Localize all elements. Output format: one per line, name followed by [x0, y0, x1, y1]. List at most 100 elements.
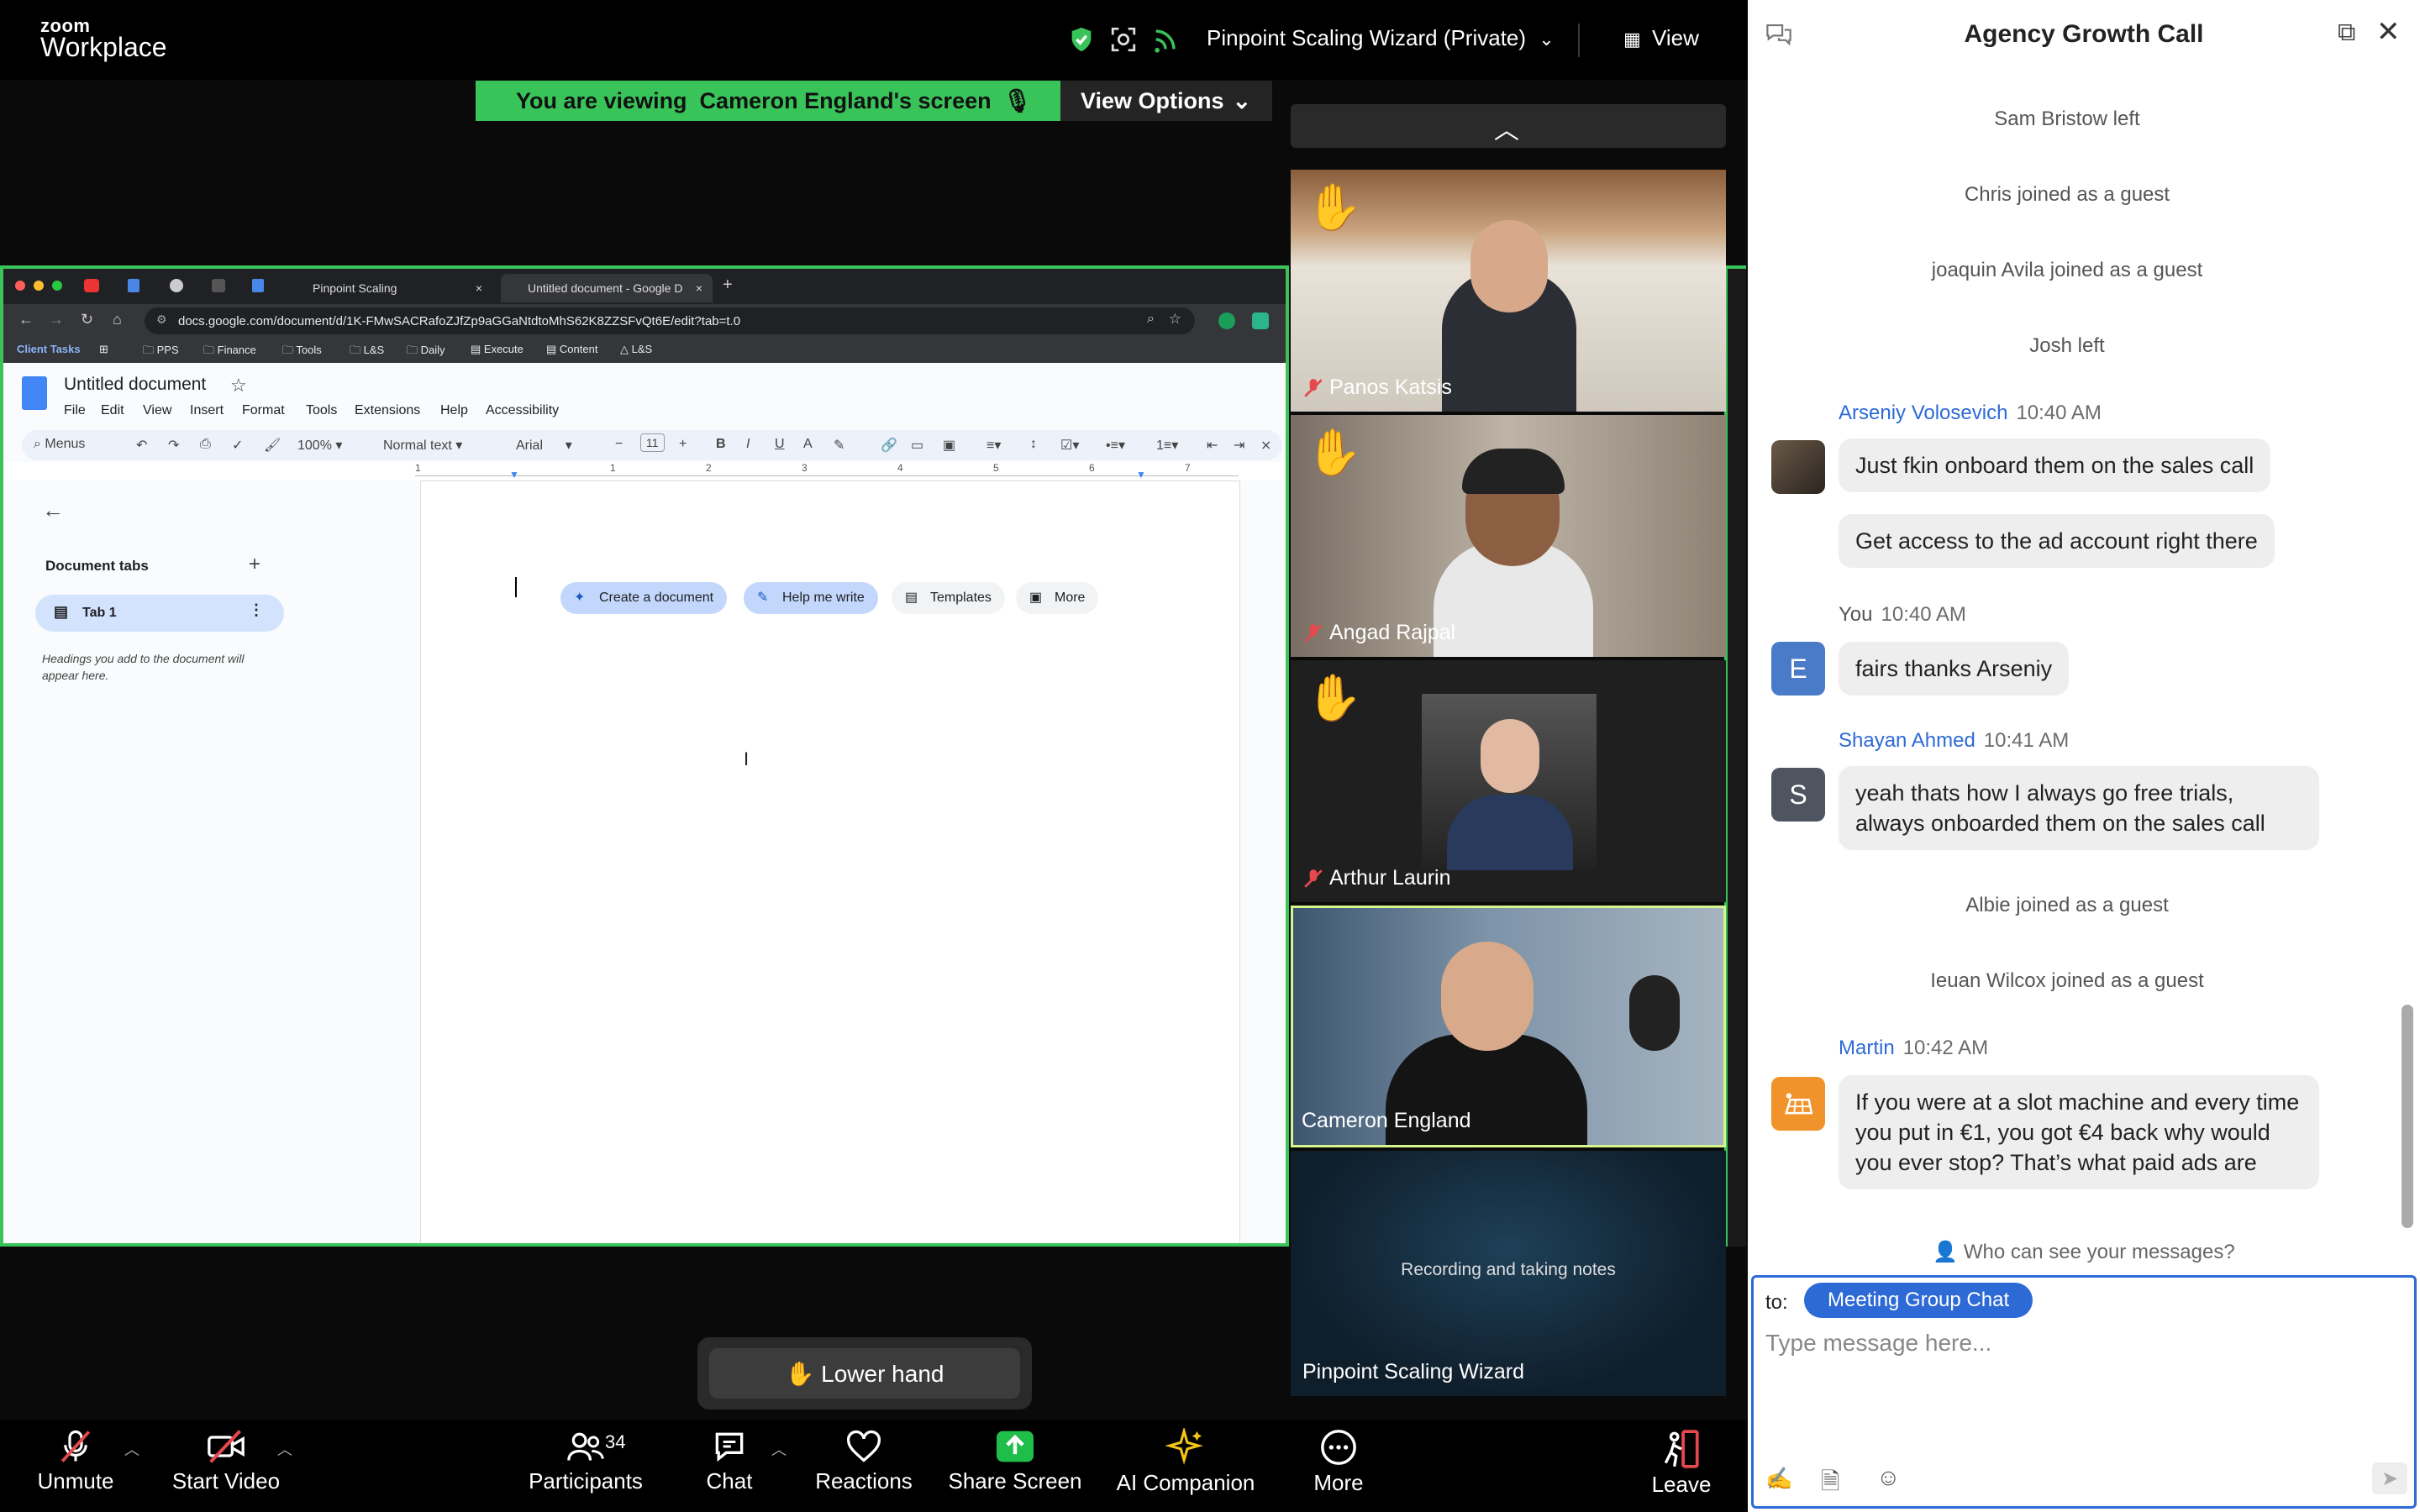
- audio-options-caret-icon[interactable]: ︿: [124, 1438, 139, 1460]
- avatar[interactable]: [1771, 1077, 1825, 1131]
- avatar[interactable]: E: [1771, 642, 1825, 696]
- message-bubble[interactable]: yeah thats how I always go free trials, …: [1839, 766, 2319, 850]
- lower-hand-button[interactable]: ✋ Lower hand: [709, 1348, 1020, 1399]
- undo-icon[interactable]: ↶: [136, 437, 147, 454]
- docs-tab-icon[interactable]: [252, 279, 264, 292]
- docs-tab-icon[interactable]: [128, 279, 139, 292]
- style-select[interactable]: Normal text ▾: [383, 437, 462, 454]
- menu-extensions[interactable]: Extensions: [355, 403, 420, 418]
- zoom-select[interactable]: 100% ▾: [297, 437, 342, 454]
- message-bubble[interactable]: Just fkin onboard them on the sales call: [1839, 438, 2271, 492]
- forward-icon[interactable]: →: [49, 311, 64, 328]
- extension-icon[interactable]: [1252, 312, 1269, 329]
- bookmark-folder[interactable]: 🗀 L&S: [350, 343, 384, 361]
- avatar[interactable]: [1771, 440, 1825, 494]
- url-field[interactable]: ⚙ docs.google.com/document/d/1K-FMwSACRa…: [145, 307, 1195, 334]
- message-bubble[interactable]: fairs thanks Arseniy: [1839, 642, 2070, 696]
- leave-button[interactable]: Leave: [1644, 1420, 1719, 1498]
- left-indent-marker[interactable]: ▼: [509, 469, 519, 480]
- menu-edit[interactable]: Edit: [101, 403, 124, 418]
- tab-more-icon[interactable]: ⋮: [249, 601, 264, 619]
- document-page[interactable]: ✦ Create a document ✎ Help me write ▤ Te…: [420, 480, 1240, 1243]
- chip-more[interactable]: ▣ More: [1016, 582, 1099, 614]
- chip-create-document[interactable]: ✦ Create a document: [560, 582, 728, 614]
- video-tile-cameron[interactable]: Cameron England: [1291, 906, 1726, 1147]
- star-icon[interactable]: ☆: [1169, 311, 1181, 328]
- sender-name[interactable]: Arseniy Volosevich: [1839, 402, 2007, 424]
- menu-accessibility[interactable]: Accessibility: [486, 403, 559, 418]
- menu-insert[interactable]: Insert: [190, 403, 224, 418]
- pop-out-icon[interactable]: ⧉: [2338, 18, 2355, 47]
- message-bubble[interactable]: If you were at a slot machine and every …: [1839, 1075, 2319, 1189]
- sender-name[interactable]: Shayan Ahmed: [1839, 729, 1975, 752]
- menu-file[interactable]: File: [64, 403, 86, 418]
- start-video-button[interactable]: Start Video: [171, 1420, 281, 1494]
- window-close-dot[interactable]: [15, 281, 25, 291]
- video-tile-panos[interactable]: ✋ Panos Katsis: [1291, 170, 1726, 412]
- bookmark-doc[interactable]: ▤ Execute: [471, 343, 523, 356]
- more-button[interactable]: More: [1306, 1420, 1371, 1496]
- menu-view[interactable]: View: [143, 403, 171, 418]
- spellcheck-icon[interactable]: ✓: [232, 437, 243, 454]
- numbered-list-icon[interactable]: 1≡▾: [1156, 437, 1178, 454]
- unmute-button[interactable]: Unmute: [34, 1420, 118, 1494]
- align-icon[interactable]: ≡▾: [986, 437, 1001, 454]
- chat-scrollbar[interactable]: [2402, 1005, 2413, 1228]
- right-indent-marker[interactable]: ▼: [1136, 469, 1146, 480]
- collapse-videos-button[interactable]: ︿: [1291, 104, 1726, 148]
- browser-tab-untitled[interactable]: Untitled document - Google D ×: [501, 274, 713, 302]
- video-tile-recorder[interactable]: Recording and taking notes Pinpoint Scal…: [1291, 1151, 1726, 1396]
- menu-tools[interactable]: Tools: [306, 403, 337, 418]
- gmail-tab-icon[interactable]: [212, 279, 225, 292]
- view-button[interactable]: ▦ View: [1623, 25, 1699, 51]
- github-tab-icon[interactable]: [170, 279, 183, 292]
- font-select[interactable]: Arial ▾: [516, 437, 572, 454]
- document-tab-1[interactable]: ▤ Tab 1 ⋮: [35, 595, 284, 632]
- line-spacing-icon[interactable]: ↕: [1030, 437, 1037, 452]
- home-icon[interactable]: ⌂: [113, 311, 122, 328]
- zoom-icon[interactable]: ⌕: [1147, 312, 1155, 327]
- reactions-button[interactable]: Reactions: [812, 1420, 916, 1494]
- connection-icon[interactable]: [1151, 25, 1180, 54]
- apps-icon[interactable]: ⊞: [99, 343, 108, 356]
- file-icon[interactable]: 🗎: [1821, 1464, 1840, 1504]
- bookmark-folder[interactable]: 🗀 Tools: [282, 343, 322, 361]
- bold-icon[interactable]: B: [716, 437, 726, 452]
- emoji-icon[interactable]: ☺: [1876, 1464, 1901, 1491]
- meeting-name-dropdown[interactable]: Pinpoint Scaling Wizard (Private) ⌄: [1207, 25, 1555, 51]
- back-arrow-icon[interactable]: ←: [42, 497, 64, 523]
- star-icon[interactable]: ☆: [230, 375, 247, 396]
- menu-format[interactable]: Format: [242, 403, 285, 418]
- close-icon[interactable]: ✕: [2376, 15, 2401, 49]
- paint-format-icon[interactable]: 🖌: [264, 437, 281, 454]
- indent-decrease-icon[interactable]: ⇤: [1207, 437, 1218, 454]
- chat-options-caret-icon[interactable]: ︿: [771, 1438, 786, 1460]
- video-tile-arthur[interactable]: ✋ Arthur Laurin: [1291, 660, 1726, 902]
- increase-size-icon[interactable]: +: [679, 437, 687, 452]
- site-info-icon[interactable]: ⚙: [156, 312, 167, 327]
- ai-companion-button[interactable]: AI Companion: [1114, 1420, 1257, 1496]
- italic-icon[interactable]: I: [746, 437, 750, 452]
- sender-name[interactable]: Martin: [1839, 1037, 1895, 1059]
- youtube-tab-icon[interactable]: [84, 279, 99, 292]
- bullet-list-icon[interactable]: •≡▾: [1106, 437, 1125, 454]
- view-options-button[interactable]: View Options ⌄: [1060, 81, 1272, 121]
- focus-frame-icon[interactable]: [1109, 25, 1138, 54]
- chip-help-me-write[interactable]: ✎ Help me write: [744, 582, 878, 614]
- menu-help[interactable]: Help: [440, 403, 468, 418]
- indent-increase-icon[interactable]: ⇥: [1234, 437, 1244, 454]
- new-tab-icon[interactable]: +: [723, 276, 733, 295]
- who-can-see-link[interactable]: 👤 Who can see your messages?: [1748, 1240, 2420, 1264]
- bookmark-client-tasks[interactable]: Client Tasks: [17, 343, 81, 355]
- video-tile-angad[interactable]: ✋ Angad Rajpal: [1291, 415, 1726, 657]
- link-icon[interactable]: 🔗: [881, 437, 897, 454]
- image-icon[interactable]: ▣: [943, 437, 955, 454]
- decrease-size-icon[interactable]: −: [615, 437, 623, 452]
- font-size-field[interactable]: 11: [640, 433, 665, 452]
- comment-icon[interactable]: ▭: [911, 437, 923, 454]
- print-icon[interactable]: ⎙: [200, 437, 211, 452]
- message-input[interactable]: [1765, 1325, 2354, 1362]
- share-screen-button[interactable]: Share Screen: [948, 1420, 1082, 1494]
- highlight-icon[interactable]: ✎: [834, 437, 844, 454]
- bookmark-folder[interactable]: 🗀 Finance: [203, 343, 256, 361]
